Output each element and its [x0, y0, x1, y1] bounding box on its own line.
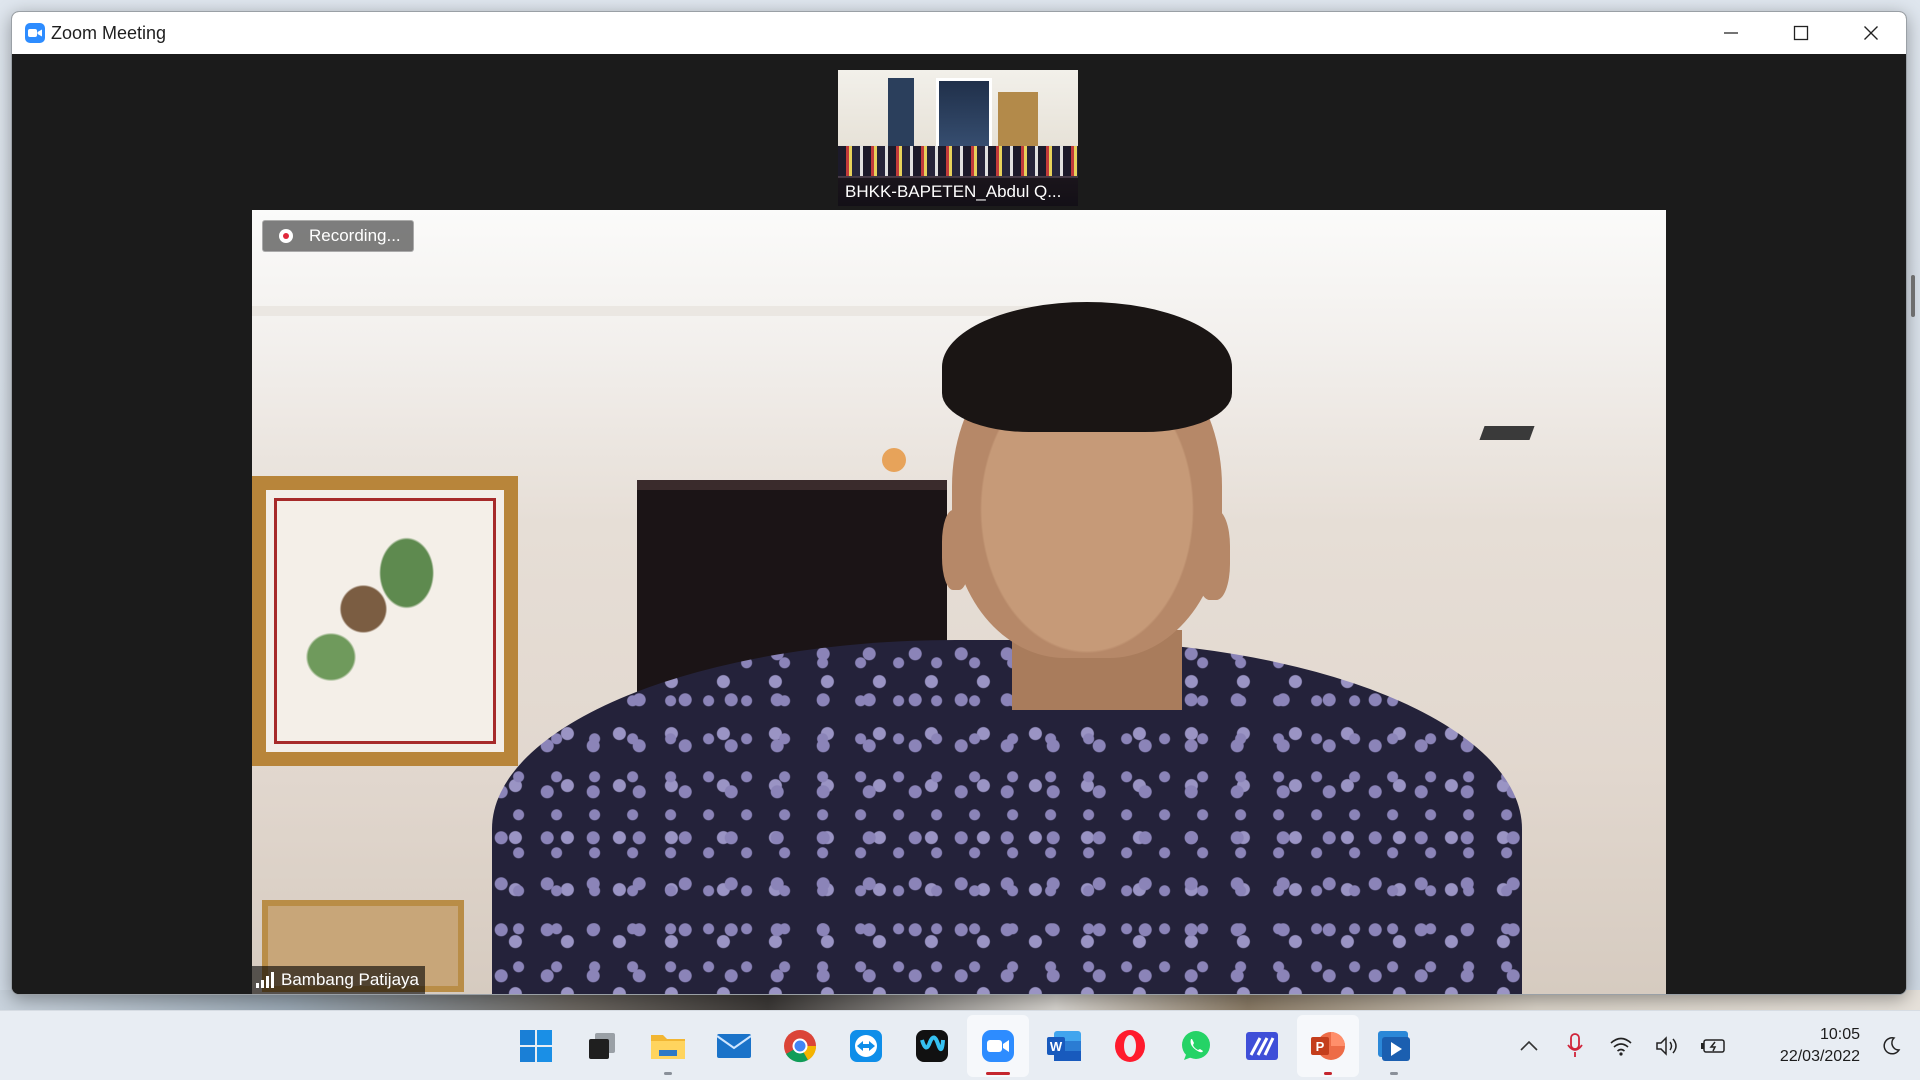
thumbnail-window: [888, 78, 914, 148]
active-window-indicator: [986, 1072, 1010, 1075]
taskbar-file-explorer[interactable]: [637, 1015, 699, 1077]
window-title: Zoom Meeting: [51, 22, 167, 43]
chevron-up-icon: [1520, 1040, 1538, 1051]
system-tray: 10:05 22/03/2022: [1506, 1011, 1920, 1080]
folder-icon: [651, 1035, 685, 1059]
mail-icon: [716, 1034, 752, 1058]
powerpoint-icon: P: [1311, 1032, 1345, 1060]
editor-icon: [1246, 1032, 1278, 1060]
svg-text:P: P: [1316, 1039, 1325, 1054]
video-painting-inner: [274, 498, 496, 744]
thumbnail-participant-name: BHKK-BAPETEN_Abdul Q...: [838, 178, 1078, 206]
running-indicator-media: [1390, 1072, 1398, 1075]
media-player-icon: [1378, 1031, 1410, 1061]
network-button[interactable]: [1598, 1023, 1644, 1069]
taskbar-zoom[interactable]: [967, 1015, 1029, 1077]
microphone-in-use-button[interactable]: [1552, 1023, 1598, 1069]
recording-indicator[interactable]: Recording...: [262, 220, 414, 252]
speaker-name: Bambang Patijaya: [281, 970, 419, 989]
taskbar-media-player[interactable]: [1363, 1015, 1425, 1077]
taskbar-mail[interactable]: [703, 1015, 765, 1077]
video-wall-painting: [252, 476, 518, 766]
taskbar-apps: W P: [505, 1015, 1425, 1077]
taskbar-whatsapp[interactable]: [1165, 1015, 1227, 1077]
video-lamp: [882, 448, 906, 472]
zoom-meeting-window: Zoom Meeting BHKK-BAPETEN_Abdul Q... Rec…: [11, 11, 1907, 995]
video-ceiling-light: [1479, 426, 1535, 440]
focus-assist-button[interactable]: [1868, 1023, 1914, 1069]
running-indicator-powerpoint: [1324, 1072, 1332, 1075]
thumbnail-crowd: [838, 146, 1078, 176]
taskbar: W P 10:05 22/03/2022: [0, 1010, 1920, 1080]
taskbar-clock[interactable]: 10:05 22/03/2022: [1750, 1024, 1860, 1068]
taskbar-start-button[interactable]: [505, 1015, 567, 1077]
maximize-button[interactable]: [1766, 12, 1836, 54]
teamviewer-icon: [850, 1030, 882, 1062]
speaker-shirt: [492, 640, 1522, 994]
minimize-button[interactable]: [1696, 12, 1766, 54]
speaker-name-tag: Bambang Patijaya: [252, 966, 425, 994]
active-speaker-video[interactable]: Recording... Bambang Patijaya: [252, 210, 1666, 994]
thumbnail-curtain: [998, 92, 1038, 152]
taskbar-editor[interactable]: [1231, 1015, 1293, 1077]
participant-thumbnail[interactable]: BHKK-BAPETEN_Abdul Q...: [838, 70, 1078, 206]
meeting-content: BHKK-BAPETEN_Abdul Q... Recording... Bam…: [12, 54, 1906, 994]
taskbar-task-view[interactable]: [571, 1015, 633, 1077]
volume-button[interactable]: [1644, 1023, 1690, 1069]
speaker-hair: [942, 302, 1232, 432]
title-bar[interactable]: Zoom Meeting: [12, 12, 1906, 54]
taskbar-opera[interactable]: [1099, 1015, 1161, 1077]
battery-charging-icon: [1701, 1039, 1725, 1053]
minimize-icon: [1724, 32, 1738, 34]
word-icon: W: [1047, 1031, 1081, 1061]
zoom-app-icon: [25, 23, 45, 43]
show-hidden-icons-button[interactable]: [1506, 1023, 1552, 1069]
taskbar-powerpoint[interactable]: P: [1297, 1015, 1359, 1077]
clock-time: 10:05: [1819, 1026, 1860, 1043]
signal-strength-icon: [256, 972, 274, 988]
taskbar-webex[interactable]: [901, 1015, 963, 1077]
clock-date: 22/03/2022: [1779, 1048, 1860, 1065]
running-indicator: [664, 1072, 672, 1075]
taskbar-chrome[interactable]: [769, 1015, 831, 1077]
window-controls: [1696, 12, 1906, 54]
scrollbar-thumb[interactable]: [1911, 275, 1915, 317]
taskbar-word[interactable]: W: [1033, 1015, 1095, 1077]
task-view-icon: [589, 1033, 615, 1059]
whatsapp-icon: [1182, 1031, 1210, 1060]
opera-icon: [1115, 1030, 1145, 1062]
moon-icon: [1883, 1037, 1901, 1055]
speaker-icon: [1656, 1036, 1677, 1056]
battery-button[interactable]: [1690, 1023, 1736, 1069]
chrome-icon: [784, 1030, 817, 1063]
close-button[interactable]: [1836, 12, 1906, 54]
svg-text:W: W: [1050, 1039, 1063, 1054]
taskbar-teamviewer[interactable]: [835, 1015, 897, 1077]
wifi-icon: [1610, 1037, 1632, 1056]
zoom-icon: [982, 1030, 1014, 1062]
microphone-icon: [1567, 1033, 1583, 1057]
maximize-icon: [1793, 25, 1809, 41]
close-icon: [1864, 26, 1878, 40]
recording-label: Recording...: [309, 226, 401, 245]
recording-icon: [279, 229, 293, 243]
webex-icon: [916, 1030, 948, 1062]
video-ceiling: [252, 306, 1112, 316]
windows-logo-icon: [520, 1030, 552, 1062]
